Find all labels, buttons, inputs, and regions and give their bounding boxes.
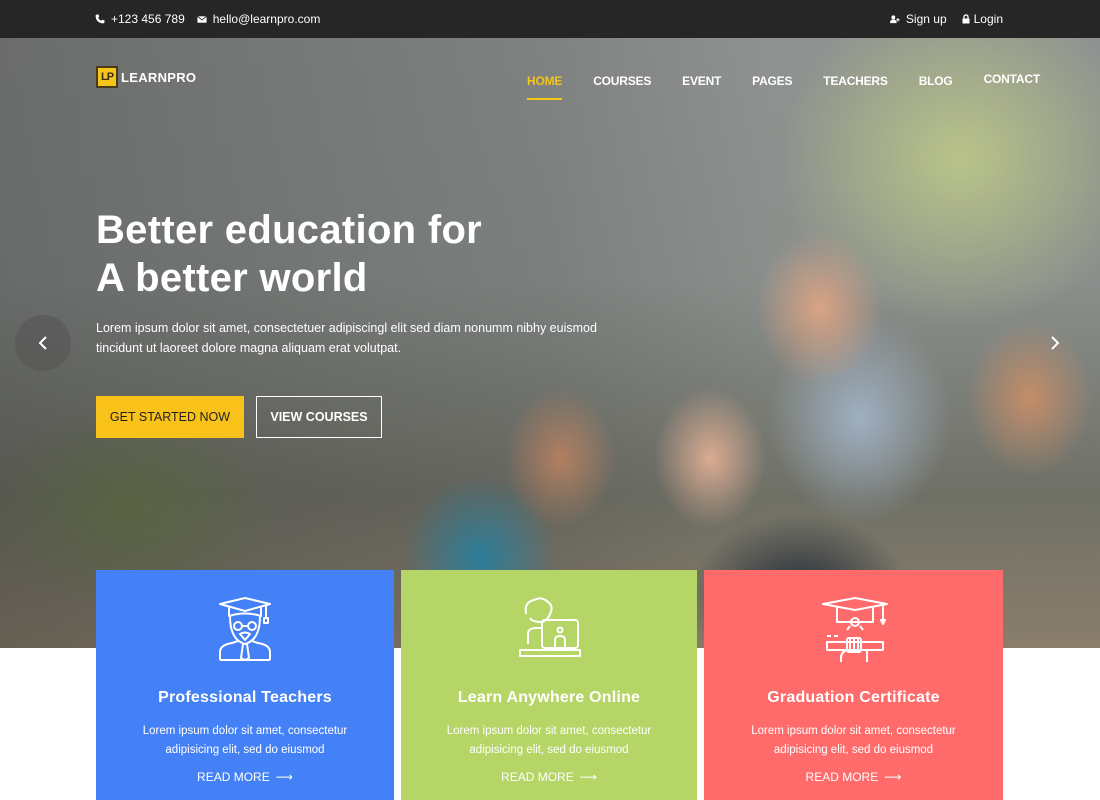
read-more-label: READ MORE [197,770,270,784]
feature-title: Learn Anywhere Online [457,689,641,706]
nav-contact[interactable]: CONTACT [984,72,1041,86]
nav-home[interactable]: HOME [527,74,563,100]
feature-description-line-1: Lorem ipsum dolor sit amet, consectetur [142,725,348,737]
read-more-link[interactable]: READ MORE ⟶ [704,770,1003,784]
signup-label: Sign up [905,12,947,26]
slider-next-button[interactable] [1040,328,1070,358]
user-plus-icon [889,14,900,24]
feature-description: Lorem ipsum dolor sit amet, consectetur … [704,722,1003,760]
slider-prev-button[interactable] [15,315,71,371]
feature-description-line-1: Lorem ipsum dolor sit amet, consectetur [751,725,956,737]
get-started-button[interactable]: GET STARTED NOW [96,396,244,438]
view-courses-button[interactable]: VIEW COURSES [256,396,382,438]
email-address: hello@learnpro.com [212,12,321,26]
headline-line-1: Better education for [96,208,483,252]
feature-card-online: Learn Anywhere Online Lorem ipsum dolor … [401,570,697,800]
arrow-right-icon: ⟶ [884,770,902,784]
nav-blog[interactable]: BLOG [919,74,953,88]
feature-description: Lorem ipsum dolor sit amet, consectetur … [96,722,394,760]
login-label: Login [973,12,1003,26]
hero-slider: LP LEARNPRO HOME COURSES EVENT PAGES TEA… [0,38,1100,648]
top-bar: +123 456 789 hello@learnpro.com Sign up … [0,0,1100,38]
arrow-right-icon: ⟶ [275,770,293,784]
read-more-link[interactable]: READ MORE ⟶ [96,770,394,784]
email-link[interactable]: hello@learnpro.com [196,12,321,26]
teacher-icon [219,597,271,661]
account-links: Sign up Login [889,12,1003,26]
read-more-link[interactable]: READ MORE ⟶ [401,770,697,784]
graduation-certificate-icon [821,597,888,662]
phone-link[interactable]: +123 456 789 [95,12,185,26]
contact-info: +123 456 789 hello@learnpro.com [95,12,320,26]
headline-line-2: A better world [96,256,368,300]
logo[interactable]: LP LEARNPRO [96,66,196,88]
logo-text: LEARNPRO [121,69,197,85]
signup-link[interactable]: Sign up [889,12,947,26]
feature-description-line-2: adipisicing elit, sed do eiusmod [773,744,934,756]
arrow-right-icon: ⟶ [579,770,597,784]
feature-description-line-2: adipisicing elit, sed do eiusmod [165,744,325,756]
hero-headline: Better education for A better world [96,206,482,302]
feature-title: Professional Teachers [158,689,332,706]
nav-event[interactable]: EVENT [682,74,721,88]
chevron-right-icon [1051,336,1060,350]
read-more-label: READ MORE [501,770,574,784]
nav-menu: HOME COURSES EVENT PAGES TEACHERS BLOG C… [527,72,1041,100]
feature-card-teachers: Professional Teachers Lorem ipsum dolor … [96,570,394,800]
read-more-label: READ MORE [805,770,879,784]
envelope-icon [196,14,207,24]
nav-teachers[interactable]: TEACHERS [823,74,888,88]
feature-card-certificate: Graduation Certificate Lorem ipsum dolor… [704,570,1003,800]
nav-courses[interactable]: COURSES [593,74,651,88]
login-link[interactable]: Login [961,12,1003,26]
online-learning-icon [519,597,581,657]
main-navigation: LP LEARNPRO HOME COURSES EVENT PAGES TEA… [0,38,1100,118]
nav-pages[interactable]: PAGES [752,74,792,88]
phone-number: +123 456 789 [111,12,185,26]
feature-title: Graduation Certificate [767,689,940,706]
logo-mark: LP [96,66,118,88]
feature-description-line-1: Lorem ipsum dolor sit amet, consectetur [446,725,652,737]
feature-description: Lorem ipsum dolor sit amet, consectetur … [401,722,697,760]
feature-description-line-2: adipisicing elit, sed do eiusmod [469,744,629,756]
phone-icon [95,14,105,24]
hero-subtext: Lorem ipsum dolor sit amet, consectetuer… [96,321,597,355]
chevron-left-icon [38,336,47,350]
lock-icon [961,14,971,24]
